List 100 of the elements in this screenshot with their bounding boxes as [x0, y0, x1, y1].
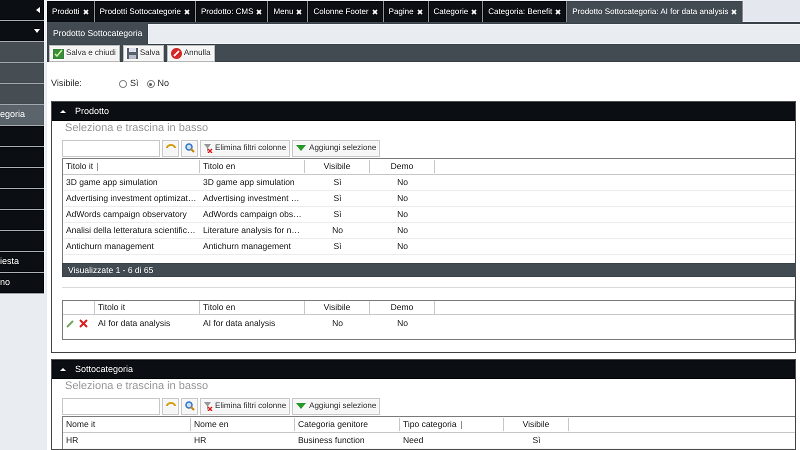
- column-header[interactable]: Titolo en: [200, 301, 305, 314]
- sidebar-item[interactable]: [0, 21, 44, 42]
- column-header[interactable]: Demo: [370, 301, 435, 314]
- add-selection-button[interactable]: Aggiungi selezione: [292, 140, 380, 156]
- toolbar-button[interactable]: Annulla: [166, 44, 215, 62]
- sidebar-item[interactable]: [0, 84, 44, 105]
- filter-remove-icon: [204, 144, 213, 152]
- search-field[interactable]: [62, 140, 160, 156]
- table-cell-text: AI for data analysis: [97, 316, 172, 330]
- table-cell-text: HR: [65, 434, 80, 447]
- tab[interactable]: Categorie: [428, 1, 484, 22]
- sidebar-item[interactable]: [0, 147, 44, 168]
- table-cell-text: Antichurn management: [65, 240, 155, 253]
- sidebar-item[interactable]: [0, 126, 44, 147]
- table-cell-text: Sì: [531, 434, 542, 447]
- table-cell-text: AdWords campaign observatory: [65, 208, 188, 221]
- table-cell-text: No: [396, 208, 409, 221]
- column-header[interactable]: Titolo en: [200, 160, 305, 173]
- tab[interactable]: Menu: [268, 1, 308, 22]
- field-label: Visibile:: [51, 77, 83, 90]
- radio-option[interactable]: Sì: [119, 77, 139, 91]
- radio-option[interactable]: No: [146, 77, 170, 91]
- table-cell-text: 3D game app simulation: [65, 176, 159, 189]
- tab[interactable]: Prodotto: CMS: [196, 1, 268, 22]
- column-header[interactable]: Visibile: [305, 301, 370, 314]
- close-icon[interactable]: [416, 8, 423, 14]
- table-cell-text: Business function: [297, 434, 366, 447]
- panel-header[interactable]: Sottocategoria: [52, 360, 795, 379]
- close-icon[interactable]: [555, 8, 562, 14]
- sidebar-item[interactable]: [0, 63, 44, 84]
- sidebar-item[interactable]: [0, 210, 44, 231]
- column-header[interactable]: Titolo it: [95, 301, 200, 314]
- hint-text: Seleziona e trascina in basso: [64, 121, 210, 135]
- table-cell-text: Sì: [332, 192, 343, 205]
- sidebar-item[interactable]: [0, 231, 44, 252]
- table-row[interactable]: Analisi della letteratura scientific… Literature analysis for n… No No: [63, 223, 795, 239]
- sidebar-item[interactable]: [0, 168, 44, 189]
- toolbar-button[interactable]: Salva: [122, 44, 164, 62]
- table-cell-text: Advertising investment …: [202, 192, 300, 205]
- table-cell-text: No: [396, 240, 409, 253]
- tab[interactable]: Prodotto Sottocategoria: [47, 23, 148, 44]
- sidebar-item[interactable]: [0, 189, 44, 210]
- filter-remove-icon: [204, 402, 213, 410]
- table-cell-text: Sì: [332, 208, 343, 221]
- clear-filters-button[interactable]: Elimina filtri colonne: [200, 140, 290, 156]
- tab[interactable]: Categoria: Benefit: [483, 1, 568, 22]
- sidebar-item[interactable]: iesta: [0, 252, 44, 273]
- table-cell-text: HR: [193, 434, 208, 447]
- tab[interactable]: Prodotti Sottocategorie: [94, 1, 196, 22]
- edit-icon[interactable]: [66, 318, 75, 328]
- close-icon[interactable]: [82, 8, 89, 14]
- tab[interactable]: Prodotto Sottocategoria: AI for data analysis: [567, 1, 744, 22]
- close-icon[interactable]: [256, 8, 262, 14]
- collapse-icon: [60, 110, 66, 113]
- pager-bar: Visualizzate 1 - 6 di 65: [62, 263, 795, 277]
- tab[interactable]: Pagine: [384, 1, 429, 22]
- sidebar-item[interactable]: egoria: [0, 105, 44, 126]
- panel-header[interactable]: Prodotto: [52, 102, 795, 121]
- search-field[interactable]: [62, 398, 160, 414]
- tab[interactable]: Prodotti: [47, 1, 95, 22]
- column-header[interactable]: Nome en: [191, 418, 295, 431]
- close-icon[interactable]: [372, 8, 378, 14]
- collapse-icon: [36, 7, 40, 13]
- table-cell-text: Antichurn management: [202, 240, 292, 253]
- table-row[interactable]: Advertising investment optimizat… Advertising investment … Sì No: [63, 191, 795, 207]
- sidebar-item[interactable]: [0, 42, 44, 63]
- toolbar-button[interactable]: Salva e chiudi: [49, 44, 120, 62]
- down-arrow-icon: [296, 403, 306, 409]
- add-selection-button[interactable]: Aggiungi selezione: [292, 398, 380, 414]
- table-cell-text: Sì: [332, 240, 343, 253]
- close-icon[interactable]: [471, 8, 478, 14]
- search-button[interactable]: [181, 398, 198, 414]
- radio-icon[interactable]: [146, 80, 155, 88]
- sidebar-item[interactable]: [0, 0, 44, 21]
- column-header[interactable]: Visibile: [305, 160, 370, 173]
- column-header[interactable]: Categoria genitore: [295, 418, 400, 431]
- column-header[interactable]: Nome it: [63, 418, 191, 431]
- sidebar-item[interactable]: no: [0, 273, 44, 294]
- save-icon: [53, 48, 64, 58]
- close-icon[interactable]: [296, 8, 302, 14]
- table-row[interactable]: AdWords campaign observatory AdWords campaign obs… Sì No: [63, 207, 795, 223]
- table-cell-text: Analisi della letteratura scientific…: [65, 224, 196, 237]
- column-header[interactable]: Demo: [370, 160, 435, 173]
- table-cell-text: Advertising investment optimizat…: [65, 192, 198, 205]
- hint-text: Seleziona e trascina in basso: [64, 379, 210, 393]
- search-button[interactable]: [181, 140, 198, 156]
- tab[interactable]: Colonne Footer: [308, 1, 384, 22]
- clear-filters-button[interactable]: Elimina filtri colonne: [200, 398, 290, 414]
- close-icon[interactable]: [184, 8, 190, 14]
- table-cell-text: AI for data analysis: [202, 316, 276, 330]
- table-row[interactable]: Antichurn management Antichurn management Sì No: [63, 239, 795, 255]
- close-icon[interactable]: [731, 8, 738, 14]
- table-row[interactable]: 3D game app simulation 3D game app simulation Sì No: [63, 175, 795, 191]
- floppy-icon: [126, 48, 138, 58]
- column-header[interactable]: Tipo categoria: [400, 418, 504, 431]
- radio-icon[interactable]: [119, 80, 127, 88]
- column-header[interactable]: Visibile: [504, 418, 569, 431]
- table-row[interactable]: HR HR Business function Need Sì: [63, 433, 795, 449]
- column-header[interactable]: Titolo it: [63, 160, 200, 173]
- delete-icon[interactable]: [79, 318, 88, 328]
